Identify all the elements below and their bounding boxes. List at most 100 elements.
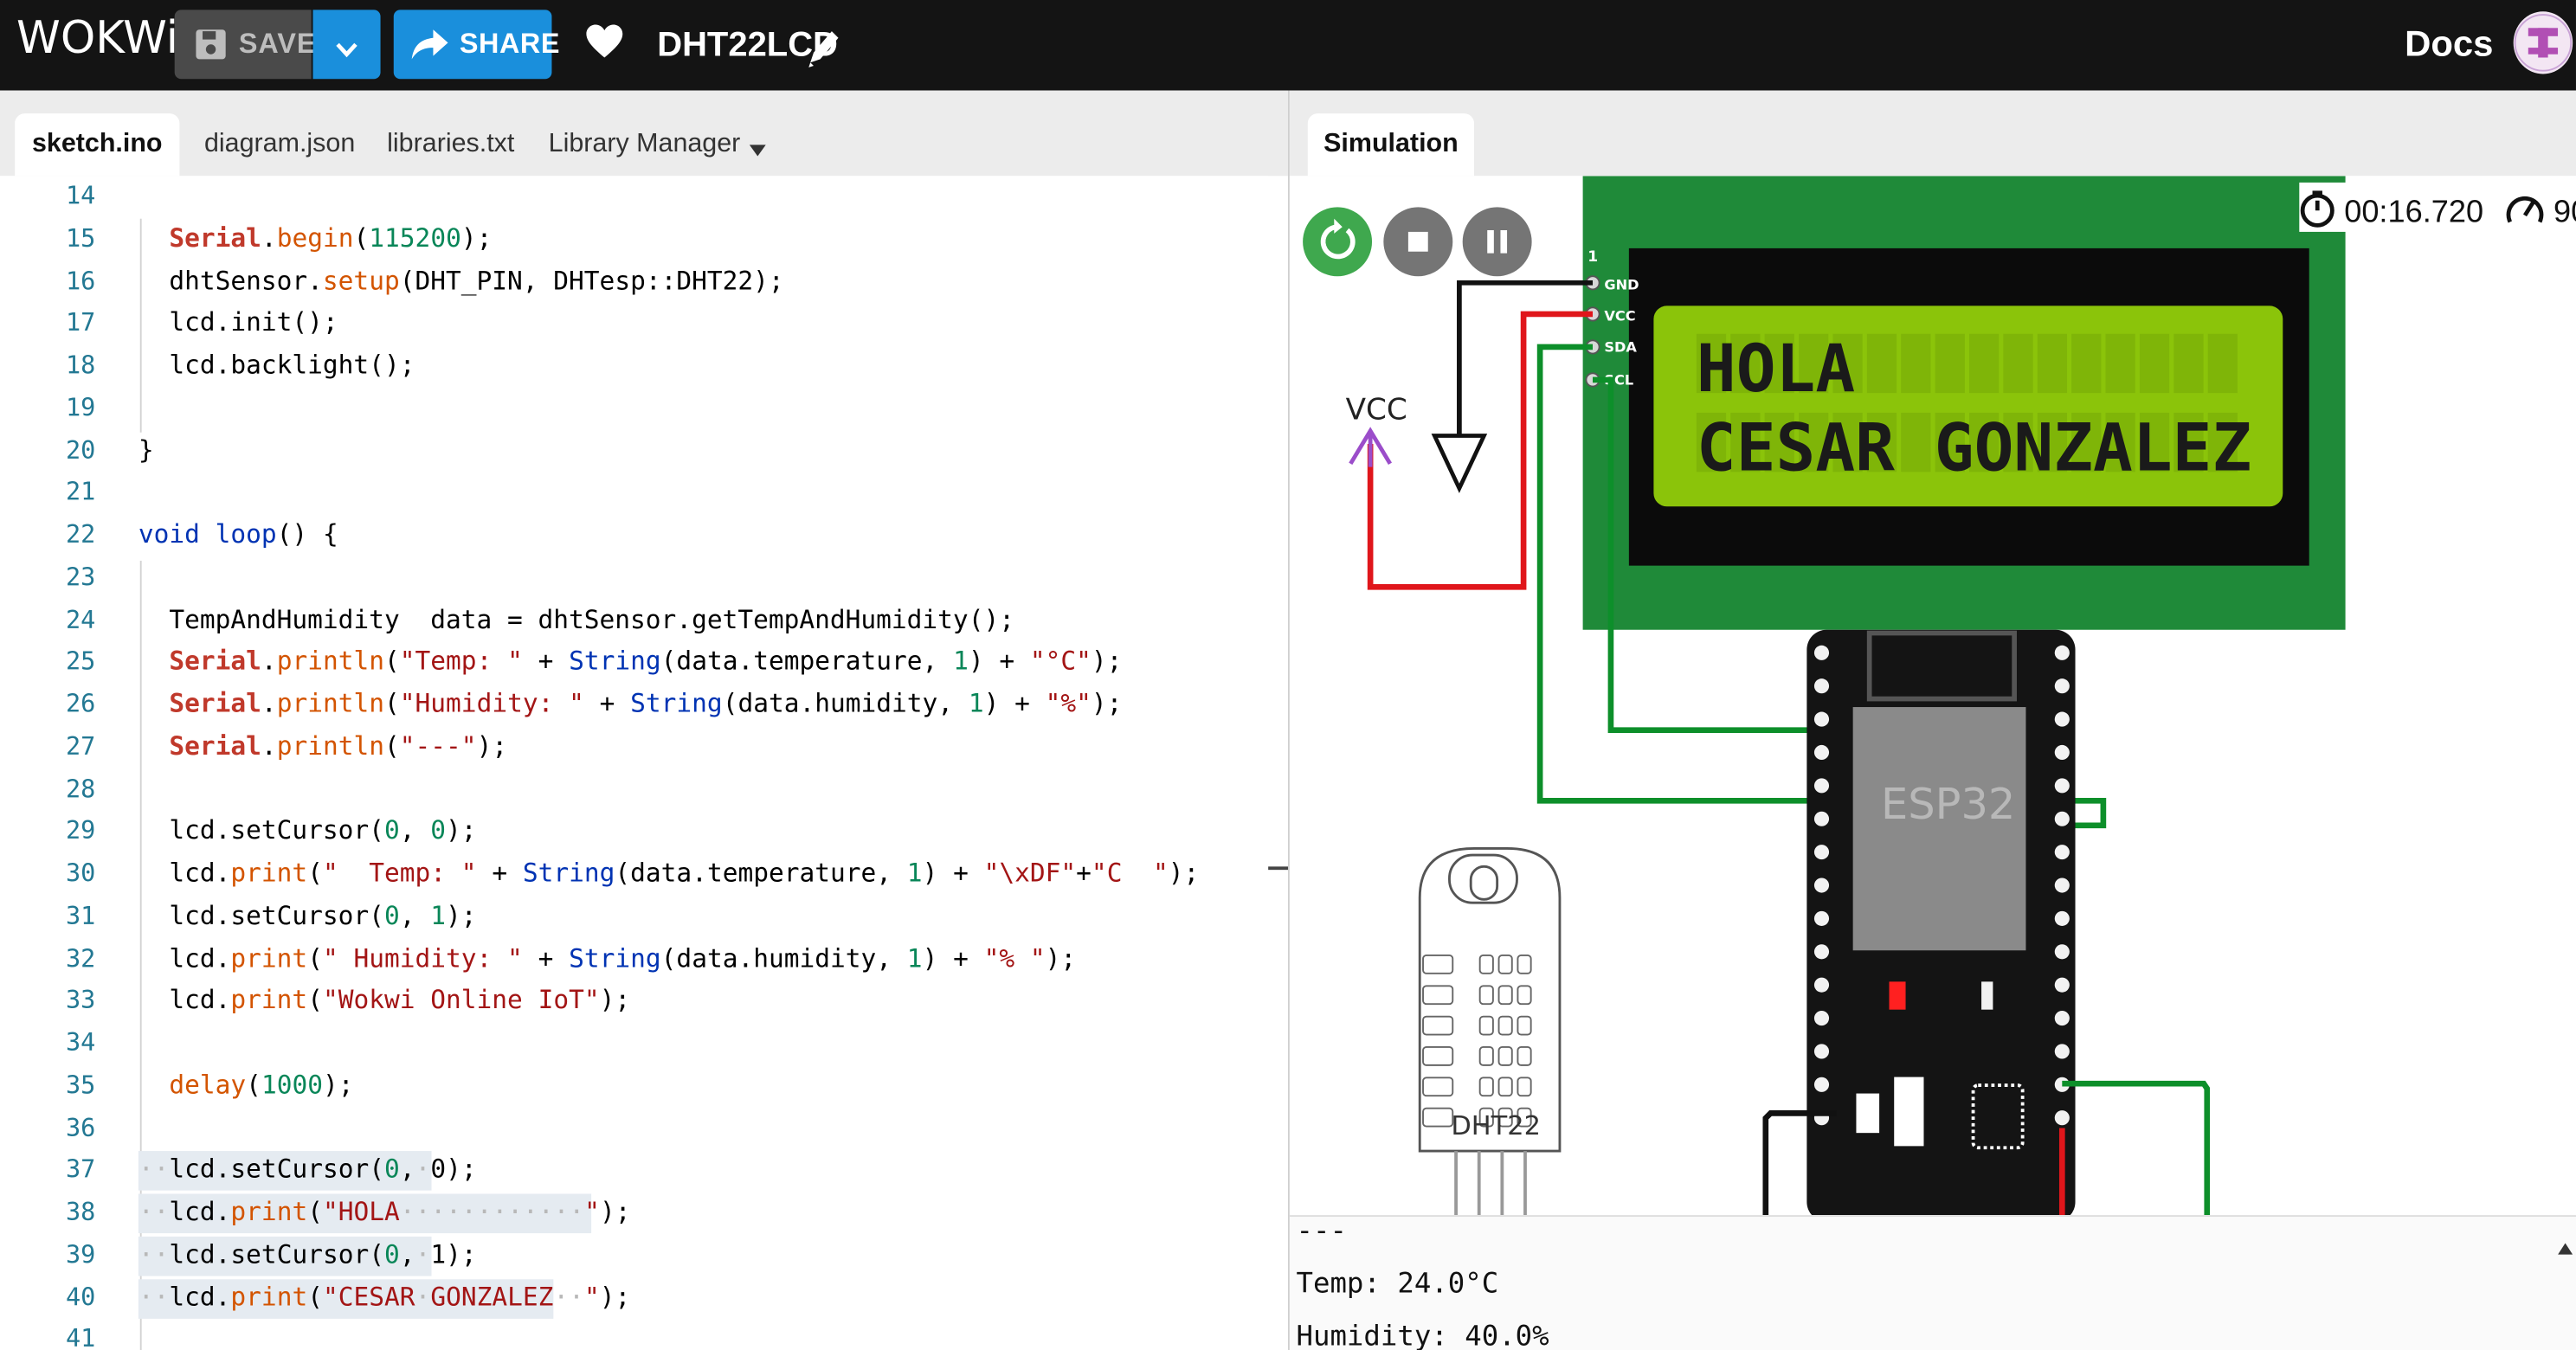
esp32-header-pin[interactable] xyxy=(2054,744,2070,761)
restart-simulation-button[interactable] xyxy=(1303,207,1373,277)
esp32-header-pin[interactable] xyxy=(1813,1010,1830,1026)
dht22-vent-slot xyxy=(1478,1046,1494,1066)
lcd-pin-one-label: 1 xyxy=(1587,248,1598,266)
esp32-header-pin[interactable] xyxy=(2054,678,2070,694)
code-line[interactable]: 28 xyxy=(0,768,1268,811)
tabs-menu-caret-icon[interactable] xyxy=(749,135,766,164)
code-line[interactable]: 31 lcd.setCursor(0, 1); xyxy=(0,896,1268,938)
editor-tab-bar: sketch.ino diagram.json libraries.txt Li… xyxy=(0,90,1288,177)
esp32-header-pin[interactable] xyxy=(1813,878,1830,893)
code-line[interactable]: 20} xyxy=(0,430,1268,472)
save-dropdown-button[interactable] xyxy=(312,10,381,80)
code-text: void loop() { xyxy=(138,519,338,550)
heart-icon[interactable] xyxy=(584,23,624,68)
tab-library-manager[interactable]: Library Manager xyxy=(549,113,741,176)
esp32-header-pin[interactable] xyxy=(2054,711,2070,727)
tab-libraries-txt[interactable]: libraries.txt xyxy=(387,113,514,176)
code-line[interactable]: 34 xyxy=(0,1023,1268,1065)
esp32-header-pin[interactable] xyxy=(2054,910,2070,926)
code-line[interactable]: 32 lcd.print(" Humidity: " + String(data… xyxy=(0,938,1268,980)
esp32-header-pin[interactable] xyxy=(1813,944,1830,960)
lcd-pin-label-gnd: GND xyxy=(1604,276,1639,292)
pane-resize-handle[interactable] xyxy=(1268,866,1288,871)
code-line[interactable]: 14 xyxy=(0,176,1268,218)
line-number: 17 xyxy=(65,307,96,338)
esp32-header-pin[interactable] xyxy=(2054,845,2070,860)
serial-monitor[interactable]: --- Temp: 24.0°C Humidity: 40.0% xyxy=(1289,1215,2576,1350)
code-line[interactable]: 39 ··lcd.setCursor(0,·1); xyxy=(0,1235,1268,1277)
dht22-vent-slot xyxy=(1478,985,1494,1006)
line-number: 19 xyxy=(65,392,96,422)
esp32-header-pin[interactable] xyxy=(2054,944,2070,960)
share-arrow-icon xyxy=(410,26,450,70)
code-line[interactable]: 37 ··lcd.setCursor(0,·0); xyxy=(0,1150,1268,1192)
code-line[interactable]: 27 Serial.println("---"); xyxy=(0,726,1268,768)
wokwi-logo[interactable]: WOKWi xyxy=(16,13,178,64)
code-line[interactable]: 23 xyxy=(0,557,1268,600)
esp32-header-pin[interactable] xyxy=(2054,977,2070,993)
tab-simulation[interactable]: Simulation xyxy=(1307,113,1475,177)
code-editor[interactable]: 14 15 Serial.begin(115200); 16 dhtSensor.s… xyxy=(0,176,1269,1350)
line-number: 26 xyxy=(65,689,96,719)
code-line[interactable]: 17 lcd.init(); xyxy=(0,303,1268,345)
code-line[interactable]: 41 xyxy=(0,1319,1268,1350)
code-line[interactable]: 38 ··lcd.print("HOLA············"); xyxy=(0,1192,1268,1235)
dht-data-wire[interactable] xyxy=(2062,1080,2211,1216)
code-line[interactable]: 15 Serial.begin(115200); xyxy=(0,218,1268,260)
code-line[interactable]: 36 xyxy=(0,1108,1268,1150)
esp32-header-pin[interactable] xyxy=(1813,711,1830,727)
vcc-wire[interactable] xyxy=(1367,311,1594,590)
dht22-vent-slot xyxy=(1478,955,1494,974)
esp32-header-pin[interactable] xyxy=(2054,778,2070,794)
avatar[interactable] xyxy=(2513,11,2573,74)
code-line[interactable]: 16 dhtSensor.setup(DHT_PIN, DHTesp::DHT2… xyxy=(0,260,1268,303)
esp32-header-pin[interactable] xyxy=(1813,845,1830,860)
code-line[interactable]: 21 xyxy=(0,472,1268,515)
code-line[interactable]: 25 Serial.println("Temp: " + String(data… xyxy=(0,642,1268,685)
share-button[interactable]: SHARE xyxy=(393,10,559,80)
pause-simulation-button[interactable] xyxy=(1462,207,1532,277)
tab-diagram-json[interactable]: diagram.json xyxy=(204,113,355,176)
line-number: 22 xyxy=(65,519,96,550)
simulation-canvas[interactable]: 1 GND VCC SDA SCL HOLA CESAR GONZALEZ VC… xyxy=(1289,176,2576,1216)
dht22-vent-slot xyxy=(1422,985,1454,1006)
esp32-header-pin[interactable] xyxy=(1813,1044,1830,1059)
esp32-header-pin[interactable] xyxy=(1813,778,1830,794)
code-line[interactable]: 33 lcd.print("Wokwi Online IoT"); xyxy=(0,980,1268,1023)
line-number: 24 xyxy=(65,604,96,634)
stop-simulation-button[interactable] xyxy=(1383,207,1453,277)
esp32-header-pin[interactable] xyxy=(1813,744,1830,761)
esp32-header-pin[interactable] xyxy=(2054,1010,2070,1026)
esp32-header-pin[interactable] xyxy=(2054,1110,2070,1126)
code-line[interactable]: 30 lcd.print(" Temp: " + String(data.tem… xyxy=(0,853,1268,896)
code-line[interactable]: 18 lcd.backlight(); xyxy=(0,345,1268,388)
restart-icon xyxy=(1320,218,1356,260)
esp32-header-pin[interactable] xyxy=(2054,878,2070,893)
dht22-sensor[interactable] xyxy=(1418,847,1562,1216)
code-line[interactable]: 29 lcd.setCursor(0, 0); xyxy=(0,811,1268,853)
pencil-icon[interactable] xyxy=(805,26,841,77)
esp32-header-pin[interactable] xyxy=(1813,645,1830,660)
lcd-line-2: CESAR GONZALEZ xyxy=(1697,408,2251,485)
code-line[interactable]: 40 ··lcd.print("CESAR·GONZALEZ··"); xyxy=(0,1276,1268,1319)
code-line[interactable]: 35 delay(1000); xyxy=(0,1065,1268,1108)
code-line[interactable]: 19 xyxy=(0,388,1268,430)
esp32-header-pin[interactable] xyxy=(1813,678,1830,694)
code-line[interactable]: 26 Serial.println("Humidity: " + String(… xyxy=(0,684,1268,726)
scroll-up-arrow-icon[interactable] xyxy=(2558,1230,2573,1263)
esp32-header-pin[interactable] xyxy=(1813,1077,1830,1092)
esp32-header-pin[interactable] xyxy=(2054,1044,2070,1059)
esp32-header-pin[interactable] xyxy=(1813,910,1830,926)
esp32-header-pin[interactable] xyxy=(2054,811,2070,826)
code-line[interactable]: 24 TempAndHumidity data = dhtSensor.getT… xyxy=(0,600,1268,642)
esp32-header-pin[interactable] xyxy=(1813,811,1830,826)
code-line[interactable]: 22 void loop() { xyxy=(0,515,1268,557)
tab-sketch-ino[interactable]: sketch.ino xyxy=(15,113,180,177)
save-button[interactable]: SAVE xyxy=(174,10,315,80)
esp32-header-pin[interactable] xyxy=(1813,977,1830,993)
esp32-header-pin[interactable] xyxy=(2054,645,2070,660)
vcc-arrow-icon xyxy=(1349,427,1393,467)
docs-link[interactable]: Docs xyxy=(2405,23,2493,66)
ground-symbol xyxy=(1431,434,1488,493)
lcd-char-cell xyxy=(2003,333,2033,394)
